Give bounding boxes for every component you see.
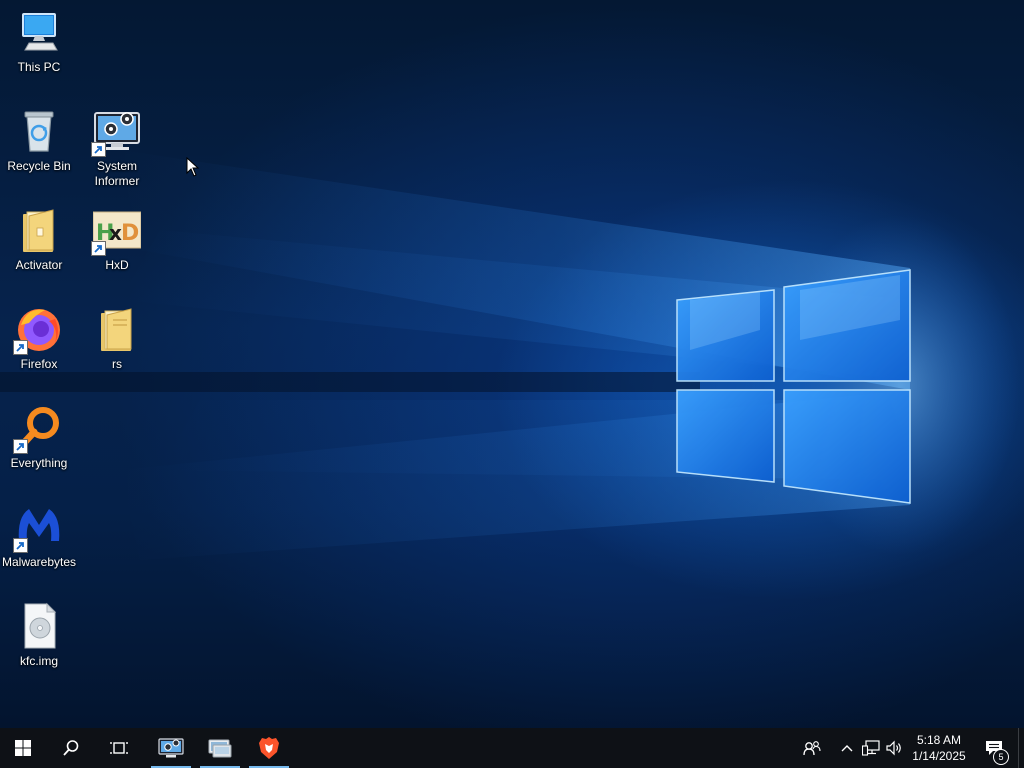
desktop-icon-kfc-img[interactable]: kfc.img bbox=[0, 602, 78, 669]
desktop-icon-label: Firefox bbox=[20, 357, 58, 371]
desktop-icon-firefox[interactable]: Firefox bbox=[0, 305, 78, 372]
brave-browser-icon bbox=[259, 737, 279, 759]
recycle-bin-icon bbox=[15, 107, 63, 155]
taskbar-clock[interactable]: 5:18 AM 1/14/2025 bbox=[906, 728, 972, 768]
chevron-up-icon bbox=[841, 745, 853, 752]
desktop-icon-activator[interactable]: Activator bbox=[0, 206, 78, 273]
desktop-icon-label: Malwarebytes bbox=[1, 555, 77, 569]
desktop-icon-label: kfc.img bbox=[19, 654, 58, 668]
task-view-button[interactable] bbox=[96, 728, 142, 768]
desktop-icon-label: Activator bbox=[15, 258, 63, 272]
people-icon bbox=[803, 741, 821, 756]
desktop-icon-label: This PC bbox=[17, 60, 61, 74]
folder-icon bbox=[15, 206, 63, 254]
clock-time: 5:18 AM bbox=[916, 733, 962, 747]
desktop-icon-malwarebytes[interactable]: Malwarebytes bbox=[0, 503, 78, 570]
mouse-cursor-icon bbox=[186, 157, 200, 177]
desktop-icon-label: rs bbox=[112, 357, 122, 371]
desktop-icon-system-informer[interactable]: System Informer bbox=[78, 107, 156, 189]
desktop-icon-hxd[interactable]: H x D HxD bbox=[78, 206, 156, 273]
desktop-icon-label: System Informer bbox=[94, 159, 140, 188]
tray-volume-button[interactable] bbox=[884, 728, 906, 768]
folder-icon bbox=[93, 305, 141, 353]
tray-people-button[interactable] bbox=[798, 728, 826, 768]
system-informer-icon bbox=[91, 107, 141, 157]
shortcut-arrow-icon bbox=[91, 241, 106, 256]
shortcut-arrow-icon bbox=[13, 439, 28, 454]
control-panel-icon bbox=[208, 739, 232, 758]
start-button[interactable] bbox=[0, 728, 46, 768]
taskbar-app-control-panel[interactable] bbox=[200, 728, 240, 768]
tray-network-button[interactable] bbox=[860, 728, 882, 768]
everything-search-icon bbox=[13, 404, 63, 454]
network-icon bbox=[862, 740, 880, 756]
taskbar: 5:18 AM 1/14/2025 5 bbox=[0, 728, 1024, 768]
taskbar-app-brave[interactable] bbox=[249, 728, 289, 768]
show-desktop-button[interactable] bbox=[1018, 728, 1024, 768]
desktop-icon-label: Everything bbox=[10, 456, 68, 470]
task-view-icon bbox=[110, 742, 128, 754]
hxd-icon: H x D bbox=[91, 206, 142, 256]
notification-count-badge: 5 bbox=[993, 749, 1009, 765]
action-center-button[interactable]: 5 bbox=[978, 728, 1010, 768]
desktop-icon-this-pc[interactable]: This PC bbox=[0, 8, 78, 75]
clock-date: 1/14/2025 bbox=[912, 749, 966, 763]
speaker-icon bbox=[886, 740, 901, 756]
shortcut-arrow-icon bbox=[13, 340, 28, 355]
windows-logo-icon bbox=[15, 740, 31, 756]
desktop-icon-rs[interactable]: rs bbox=[78, 305, 156, 372]
disc-image-file-icon bbox=[15, 602, 63, 650]
search-icon bbox=[63, 740, 79, 756]
system-informer-icon bbox=[158, 738, 184, 758]
firefox-icon bbox=[13, 305, 63, 355]
desktop[interactable]: This PC Recycle Bin System Informer Acti… bbox=[0, 0, 1024, 728]
desktop-icon-recycle-bin[interactable]: Recycle Bin bbox=[0, 107, 78, 174]
svg-text:D: D bbox=[121, 221, 139, 246]
desktop-icon-label: HxD bbox=[105, 258, 129, 272]
taskbar-app-system-informer[interactable] bbox=[151, 728, 191, 768]
malwarebytes-icon bbox=[13, 503, 63, 553]
shortcut-arrow-icon bbox=[91, 142, 106, 157]
desktop-icon-everything[interactable]: Everything bbox=[0, 404, 78, 471]
desktop-icon-label: Recycle Bin bbox=[7, 159, 71, 173]
this-pc-icon bbox=[15, 8, 63, 56]
tray-overflow-button[interactable] bbox=[836, 728, 858, 768]
search-button[interactable] bbox=[48, 728, 94, 768]
shortcut-arrow-icon bbox=[13, 538, 28, 553]
